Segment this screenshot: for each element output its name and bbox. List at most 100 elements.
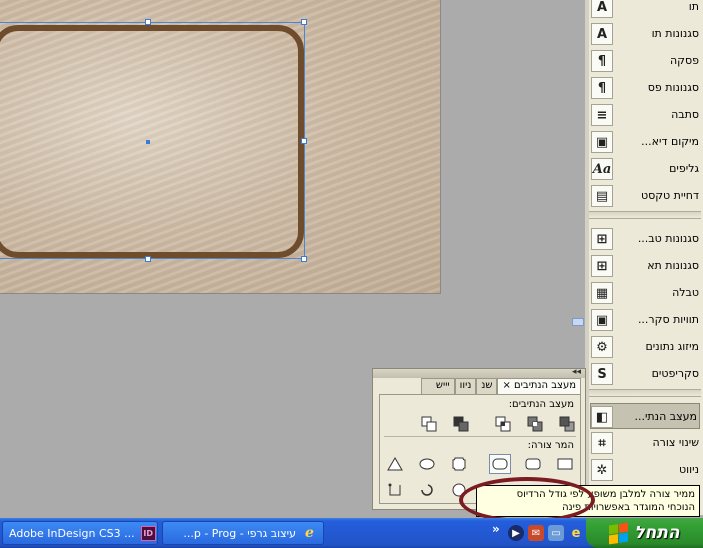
story-icon: ≡ [591, 104, 613, 126]
panel-item-label: תו [688, 0, 699, 13]
panel-item-label: טבלה [672, 286, 699, 299]
transform-icon: ⌗ [591, 432, 613, 454]
desktop-icon[interactable]: ▭ [548, 525, 564, 541]
cell-styles-icon: ⊞ [591, 255, 613, 277]
panel-item-navigator[interactable]: ✲ ניווט [591, 457, 701, 483]
task-label: ... Adobe InDesign CS3 [9, 526, 135, 540]
scroll-indicator[interactable] [572, 318, 584, 326]
panel-item-cell-styles[interactable]: ⊞ סגנונות תא [591, 253, 701, 279]
internet-explorer-icon: e [305, 525, 314, 541]
system-tray: ▶ ✉ ▭ e [508, 522, 584, 544]
ellipse-shape-icon[interactable] [418, 455, 436, 473]
panel-item-character-styles[interactable]: A סגנונות תו [591, 21, 701, 47]
panel-item-data-merge[interactable]: ⚙ מיזוג נתונים [591, 334, 701, 360]
selection-handle-top-right[interactable] [301, 19, 307, 25]
panel-item-text-wrap[interactable]: ▤ דחיית טקסט [591, 183, 701, 209]
indesign-icon: ID [140, 525, 156, 541]
panel-item-label: מיזוג נתונים [645, 340, 699, 353]
start-button[interactable]: התחל [586, 518, 703, 548]
start-label: התחל [634, 523, 680, 543]
tab-pathfinder[interactable]: מעצב הנתיבים × [497, 378, 581, 394]
selection-handle-bottom[interactable] [145, 256, 151, 262]
open-path-icon[interactable] [386, 481, 404, 499]
pathfinder-section-label: מעצב הנתיבים: [508, 399, 574, 410]
panel-item-label: ניווט [679, 463, 699, 476]
panel-item-paragraph[interactable]: ¶ פסקה [591, 48, 701, 74]
panel-item-label: גליפים [669, 162, 699, 175]
panel-item-paragraph-styles[interactable]: ¶ סגנונות פס [591, 75, 701, 101]
tab-label: יייש [435, 380, 450, 391]
panel-item-label: מעצב הנתי... [634, 410, 697, 423]
panel-item-table-styles[interactable]: ⊞ סגנונות טב... [591, 226, 701, 252]
panel-item-label: סגנונות פס [647, 81, 699, 94]
internet-icon[interactable]: e [568, 525, 584, 541]
selection-handle-top[interactable] [145, 19, 151, 25]
taskbar-task-browser[interactable]: עיצוב גרפי - p - Prog... e [162, 521, 324, 545]
selection-handle-bottom-right[interactable] [301, 256, 307, 262]
outlook-express-icon[interactable]: ✉ [528, 525, 544, 541]
table-icon: ▦ [591, 282, 613, 304]
panel-item-character[interactable]: A תו [591, 0, 701, 20]
beveled-rectangle-icon[interactable] [489, 454, 511, 474]
panel-group-separator[interactable] [589, 389, 701, 397]
subtract-shapes-icon[interactable] [452, 415, 470, 433]
selection-bounding-box [0, 22, 305, 259]
panel-item-label: סגנונות תו [651, 27, 699, 40]
panel-item-captions[interactable]: ▣ תוויות סקר... [591, 307, 701, 333]
media-player-icon[interactable]: ▶ [508, 525, 524, 541]
data-merge-icon: ⚙ [591, 336, 613, 358]
tab-third[interactable]: ניוו [454, 378, 477, 394]
document-canvas[interactable] [0, 0, 441, 294]
panel-item-label: מיקום דיא... [641, 135, 699, 148]
annotation-highlight-circle [459, 477, 595, 523]
panel-item-glyphs[interactable]: Aa גליפים [591, 156, 701, 182]
rectangle-shape-icon[interactable] [556, 455, 574, 473]
inverse-rounded-rectangle-icon[interactable] [450, 455, 468, 473]
collapse-icon[interactable]: ◂◂ [572, 367, 581, 377]
captions-icon: ▣ [591, 309, 613, 331]
panel-item-label: סגנונות טב... [637, 232, 699, 245]
task-label: עיצוב גרפי - p - Prog... [183, 526, 296, 540]
panel-item-label: דחיית טקסט [640, 189, 699, 202]
taskbar-task-indesign[interactable]: ... Adobe InDesign CS3 ID [2, 521, 158, 545]
windows-logo-icon [609, 522, 629, 544]
tab-fourth[interactable]: יייש [420, 378, 455, 394]
closed-path-icon[interactable] [418, 481, 436, 499]
convert-shape-section-label: המר צורה: [527, 440, 574, 451]
image-position-icon: ▣ [591, 131, 613, 153]
panel-item-image-position[interactable]: ▣ מיקום דיא... [591, 129, 701, 155]
tab-label: ניוו [459, 380, 472, 391]
panel-item-pathfinder[interactable]: ◧ מעצב הנתי... [590, 403, 700, 429]
minus-back-icon[interactable] [558, 415, 576, 433]
windows-taskbar: ... Adobe InDesign CS3 ID עיצוב גרפי - p… [0, 518, 703, 548]
pathfinder-divider [384, 436, 576, 437]
panel-item-transform[interactable]: ⌗ שינוי צורה [591, 430, 701, 456]
exclude-overlap-icon[interactable] [526, 415, 544, 433]
pathfinder-tabs: מעצב הנתיבים × שנ ניוו יייש [379, 378, 581, 394]
panel-item-story[interactable]: ≡ סתבה [591, 102, 701, 128]
close-icon[interactable]: × [502, 380, 510, 391]
panel-item-table[interactable]: ▦ טבלה [591, 280, 701, 306]
paragraph-icon: ¶ [591, 50, 613, 72]
selection-center-point[interactable] [146, 140, 150, 144]
triangle-shape-icon[interactable] [386, 455, 404, 473]
character-styles-icon: A [591, 23, 613, 45]
tab-label: מעצב הנתיבים [514, 380, 576, 391]
panel-item-label: סגנונות תא [647, 259, 699, 272]
rounded-rectangle-shape-icon[interactable] [524, 455, 542, 473]
panel-item-scripts[interactable]: S סקריפטים [591, 361, 701, 387]
tab-second[interactable]: שנ [476, 378, 498, 394]
panel-item-label: סקריפטים [651, 367, 699, 380]
character-icon: A [591, 0, 613, 18]
add-shapes-icon[interactable] [420, 415, 438, 433]
panel-group-separator[interactable] [589, 211, 701, 219]
navigator-icon: ✲ [591, 459, 613, 481]
intersect-shapes-icon[interactable] [494, 415, 512, 433]
glyphs-icon: Aa [591, 158, 613, 180]
pathfinder-titlebar[interactable]: ◂◂ [373, 367, 585, 378]
show-hidden-icons-chevron[interactable]: » [492, 522, 500, 536]
panel-item-label: שינוי צורה [652, 436, 699, 449]
pathfinder-icon: ◧ [591, 406, 613, 428]
text-wrap-icon: ▤ [591, 185, 613, 207]
selection-handle-right[interactable] [301, 138, 307, 144]
